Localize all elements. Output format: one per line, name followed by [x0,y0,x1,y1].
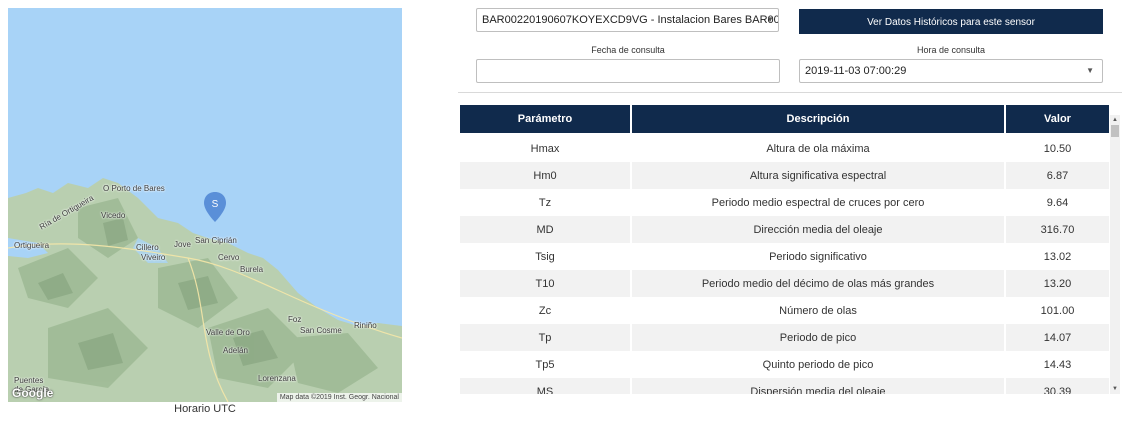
place-label-ortigueira: Ortigueira [14,241,50,250]
scroll-down-arrow-icon[interactable]: ▼ [1110,384,1120,394]
map-caption: Horario UTC [174,403,236,415]
sensor-marker-icon[interactable]: S [204,192,226,222]
place-label-lorenzana: Lorenzana [258,374,296,383]
chevron-down-icon: ▼ [766,15,774,24]
time-select[interactable]: 2019-11-03 07:00:29 ▼ [799,59,1103,83]
place-label-vicedo: Vicedo [101,211,126,220]
cell-value: 14.07 [1006,324,1109,351]
cell-parameter: Tp5 [460,351,630,378]
cell-parameter: Zc [460,297,630,324]
cell-description: Periodo significativo [632,243,1004,270]
cell-description: Periodo medio del décimo de olas más gra… [632,270,1004,297]
time-select-value: 2019-11-03 07:00:29 [805,65,907,77]
cell-value: 14.43 [1006,351,1109,378]
table-scrollbar[interactable]: ▲ ▼ [1110,115,1120,394]
cell-description: Altura de ola máxima [632,135,1004,162]
cell-parameter: MD [460,216,630,243]
table-row: Hmax Altura de ola máxima 10.50 [460,135,1109,162]
column-header-parametro[interactable]: Parámetro [460,105,630,135]
table-row: Zc Número de olas 101.00 [460,297,1109,324]
cell-parameter: T10 [460,270,630,297]
table-row: Tp5 Quinto periodo de pico 14.43 [460,351,1109,378]
cell-description: Dispersión media del oleaje [632,378,1004,394]
table-row: Tz Periodo medio espectral de cruces por… [460,189,1109,216]
svg-text:S: S [212,199,219,210]
scrollbar-thumb[interactable] [1111,125,1119,137]
parameters-table-container[interactable]: Parámetro Descripción Valor Hmax Altura … [458,105,1121,394]
cell-parameter: Hmax [460,135,630,162]
table-row: MS Dispersión media del oleaje 30.39 [460,378,1109,394]
map-attribution[interactable]: Map data ©2019 Inst. Geogr. Nacional [276,393,402,402]
place-label-viveiro: Viveiro [141,253,166,262]
cell-description: Dirección media del oleaje [632,216,1004,243]
table-row: MD Dirección media del oleaje 316.70 [460,216,1109,243]
historical-data-button[interactable]: Ver Datos Históricos para este sensor [799,9,1103,34]
place-label-adelan: Adelán [223,346,248,355]
place-label-burela: Burela [240,265,264,274]
place-label-sanciprian: San Ciprián [195,236,237,245]
date-input[interactable] [476,59,780,83]
table-row: Hm0 Altura significativa espectral 6.87 [460,162,1109,189]
cell-description: Quinto periodo de pico [632,351,1004,378]
cell-value: 101.00 [1006,297,1109,324]
column-header-descripcion[interactable]: Descripción [632,105,1004,135]
cell-value: 9.64 [1006,189,1109,216]
cell-value: 13.20 [1006,270,1109,297]
place-label-rinino: Riniño [354,321,377,330]
cell-parameter: Hm0 [460,162,630,189]
table-header-row: Parámetro Descripción Valor [460,105,1109,135]
cell-parameter: Tp [460,324,630,351]
cell-value: 30.39 [1006,378,1109,394]
divider [458,92,1122,93]
cell-description: Periodo de pico [632,324,1004,351]
place-label-oporto: O Porto de Bares [103,184,165,193]
table-row: Tsig Periodo significativo 13.02 [460,243,1109,270]
place-label-foz: Foz [288,315,302,324]
cell-description: Número de olas [632,297,1004,324]
cell-parameter: MS [460,378,630,394]
sensor-select-value: BAR00220190607KOYEXCD9VG - Instalacion B… [482,14,779,26]
map-view[interactable]: O Porto de Bares Vicedo Ría de Ortigueir… [8,8,402,402]
cell-value: 13.02 [1006,243,1109,270]
place-label-cervo: Cervo [218,253,240,262]
place-label-cillero: Cillero [136,243,159,252]
cell-value: 316.70 [1006,216,1109,243]
cell-parameter: Tz [460,189,630,216]
place-label-valledeoro: Valle de Oro [206,328,250,337]
table-row: T10 Periodo medio del décimo de olas más… [460,270,1109,297]
sensor-select[interactable]: BAR00220190607KOYEXCD9VG - Instalacion B… [476,8,779,32]
cell-parameter: Tsig [460,243,630,270]
cell-value: 10.50 [1006,135,1109,162]
column-header-valor[interactable]: Valor [1006,105,1109,135]
place-label-jove: Jove [174,240,191,249]
date-label: Fecha de consulta [591,45,665,55]
table-row: Tp Periodo de pico 14.07 [460,324,1109,351]
place-label-sancosme: San Cosme [300,326,342,335]
google-logo[interactable]: Google [12,386,53,400]
chevron-down-icon: ▼ [1086,66,1094,75]
cell-description: Altura significativa espectral [632,162,1004,189]
cell-value: 6.87 [1006,162,1109,189]
cell-description: Periodo medio espectral de cruces por ce… [632,189,1004,216]
parameters-table: Parámetro Descripción Valor Hmax Altura … [458,105,1111,394]
time-label: Hora de consulta [916,45,986,55]
scroll-up-arrow-icon[interactable]: ▲ [1110,115,1120,125]
